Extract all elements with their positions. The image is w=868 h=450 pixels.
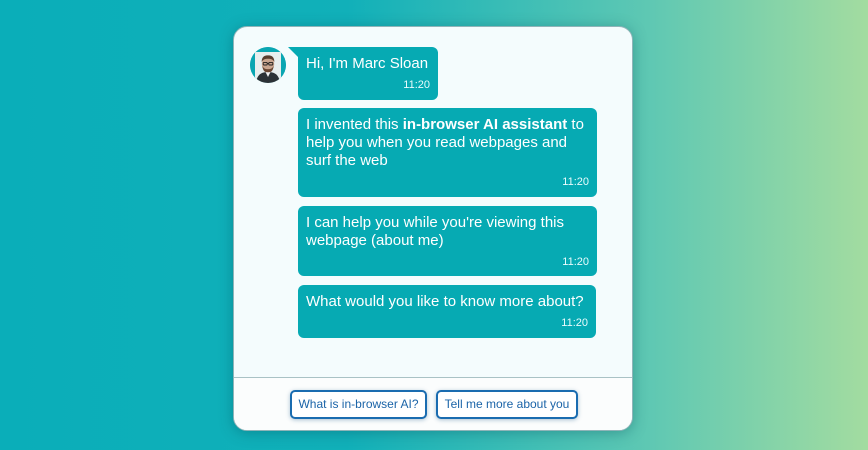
- message-text: I can help you while you're viewing this…: [306, 214, 565, 249]
- chat-message: I can help you while you're viewing this…: [298, 206, 597, 276]
- chat-message: What would you like to know more about? …: [298, 285, 596, 338]
- message-text: I invented this in-browser AI assistant …: [306, 116, 589, 170]
- person-portrait-icon: [250, 47, 286, 83]
- chat-message: I invented this in-browser AI assistant …: [298, 108, 597, 197]
- message-timestamp: 11:20: [562, 176, 589, 188]
- message-text: What would you like to know more about?: [306, 293, 584, 310]
- message-text-segment: I invented this: [306, 116, 403, 133]
- avatar: [250, 47, 286, 83]
- message-list[interactable]: Hi, I'm Marc Sloan 11:20 I invented this…: [234, 27, 632, 378]
- message-text: Hi, I'm Marc Sloan: [306, 55, 429, 72]
- message-timestamp: 11:20: [562, 256, 589, 268]
- suggestion-bar: What is in-browser AI? Tell me more abou…: [234, 378, 632, 430]
- message-timestamp: 11:20: [561, 317, 588, 329]
- chat-message: Hi, I'm Marc Sloan 11:20: [288, 47, 438, 100]
- suggestion-button-what-is-in-browser-ai[interactable]: What is in-browser AI?: [290, 390, 427, 419]
- message-text-bold: in-browser AI assistant: [402, 116, 568, 133]
- chat-window: Hi, I'm Marc Sloan 11:20 I invented this…: [233, 26, 633, 431]
- message-timestamp: 11:20: [403, 79, 430, 91]
- suggestion-button-tell-me-more[interactable]: Tell me more about you: [436, 390, 578, 419]
